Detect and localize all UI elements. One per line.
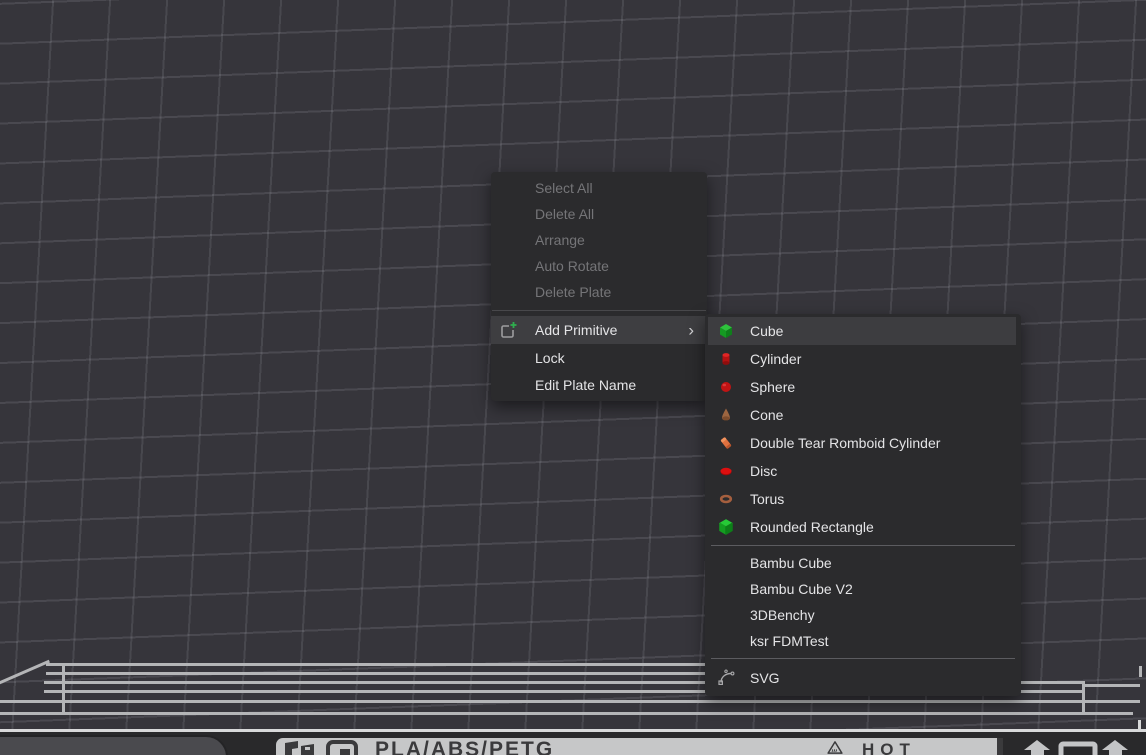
up-arrow-icon bbox=[1099, 740, 1132, 755]
add-primitive-submenu: Cube Cylinder Sphere bbox=[705, 314, 1021, 696]
submenu-item-torus[interactable]: Torus bbox=[705, 485, 1021, 513]
submenu-item-cylinder[interactable]: Cylinder bbox=[705, 345, 1021, 373]
plate-edge-line bbox=[62, 663, 65, 715]
submenu-item-disc[interactable]: Disc bbox=[705, 457, 1021, 485]
torus-icon bbox=[718, 491, 734, 507]
menu-separator bbox=[492, 310, 706, 311]
submenu-item-cone[interactable]: Cone bbox=[705, 401, 1021, 429]
slicer-3d-viewport[interactable]: PLA/ABS/PETG HOT bbox=[0, 0, 1146, 755]
menu-item-arrange: Arrange bbox=[491, 227, 707, 253]
submenu-item-rounded-rectangle[interactable]: Rounded Rectangle bbox=[705, 513, 1021, 541]
menu-separator bbox=[711, 658, 1015, 659]
submenu-item-ksr-fdmtest[interactable]: ksr FDMTest bbox=[705, 628, 1021, 654]
cone-icon bbox=[718, 407, 734, 423]
menu-separator bbox=[711, 545, 1015, 546]
menu-item-delete-plate: Delete Plate bbox=[491, 279, 707, 305]
menu-item-edit-plate-name[interactable]: Edit Plate Name bbox=[491, 371, 707, 398]
add-primitive-icon bbox=[500, 321, 518, 339]
plate-front-face: PLA/ABS/PETG HOT bbox=[0, 732, 1146, 755]
menu-item-add-primitive[interactable]: Add Primitive › bbox=[491, 316, 707, 344]
plate-edge-line bbox=[1139, 666, 1142, 677]
submenu-item-cube[interactable]: Cube bbox=[708, 317, 1016, 345]
plate-edge-line bbox=[0, 712, 1133, 715]
romboid-cylinder-icon bbox=[718, 435, 734, 451]
menu-item-lock[interactable]: Lock bbox=[491, 344, 707, 371]
bezier-curve-icon bbox=[718, 670, 735, 687]
sphere-icon bbox=[718, 379, 734, 395]
submenu-arrow-icon: › bbox=[688, 322, 694, 339]
plate-edge-line bbox=[0, 700, 1140, 703]
plate-label-strip: PLA/ABS/PETG HOT bbox=[276, 738, 1003, 755]
plate-handle-tab bbox=[0, 735, 228, 755]
plate-icon bbox=[326, 740, 360, 755]
square-outline-icon bbox=[1058, 741, 1098, 755]
plate-context-menu: Select All Delete All Arrange Auto Rotat… bbox=[491, 172, 707, 401]
menu-item-delete-all: Delete All bbox=[491, 201, 707, 227]
menu-item-auto-rotate: Auto Rotate bbox=[491, 253, 707, 279]
hot-warning-label: HOT bbox=[862, 741, 916, 755]
plate-edge-line bbox=[1083, 684, 1140, 687]
rounded-rectangle-icon bbox=[718, 519, 734, 535]
menu-item-select-all: Select All bbox=[491, 175, 707, 201]
submenu-item-3dbenchy[interactable]: 3DBenchy bbox=[705, 602, 1021, 628]
plate-material-label: PLA/ABS/PETG bbox=[375, 739, 554, 755]
plate-edge-line bbox=[1082, 684, 1085, 714]
up-arrow-icon bbox=[1021, 740, 1054, 755]
bambu-logo-icon bbox=[284, 740, 318, 755]
cylinder-icon bbox=[718, 351, 734, 367]
submenu-item-svg[interactable]: SVG bbox=[705, 663, 1021, 693]
submenu-item-sphere[interactable]: Sphere bbox=[705, 373, 1021, 401]
disc-icon bbox=[718, 463, 734, 479]
submenu-item-bambu-cube-v2[interactable]: Bambu Cube V2 bbox=[705, 576, 1021, 602]
hot-warning-triangle-icon bbox=[820, 740, 850, 755]
submenu-item-double-tear-romboid-cylinder[interactable]: Double Tear Romboid Cylinder bbox=[705, 429, 1021, 457]
cube-icon bbox=[718, 323, 734, 339]
submenu-item-bambu-cube[interactable]: Bambu Cube bbox=[705, 550, 1021, 576]
